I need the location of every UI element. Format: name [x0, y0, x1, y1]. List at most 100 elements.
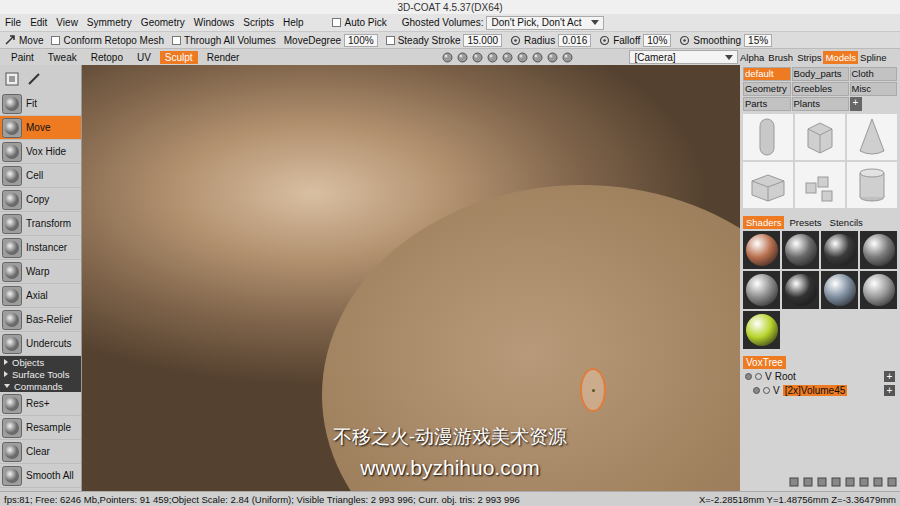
room-tab[interactable]: Paint	[6, 51, 39, 64]
visibility-eye-icon[interactable]	[745, 373, 752, 380]
model-set-tab[interactable]: Parts	[743, 97, 791, 111]
model-set-tab[interactable]: Greebles	[792, 82, 849, 96]
3d-viewport[interactable]	[82, 65, 740, 491]
tool-button[interactable]: Bas-Relief	[0, 308, 81, 332]
shader-thumbnail[interactable]	[821, 271, 858, 309]
add-volume-button[interactable]: +	[884, 371, 895, 382]
room-tab[interactable]: Tweak	[43, 51, 82, 64]
tool-option[interactable]: Radius0.016	[510, 34, 591, 47]
model-set-tab[interactable]: default	[743, 67, 791, 81]
shader-thumbnail[interactable]	[860, 271, 897, 309]
tool-button[interactable]: Undercuts	[0, 332, 81, 356]
voxtree-header[interactable]: VoxTree	[743, 356, 786, 369]
shader-ball-icon	[785, 274, 817, 306]
option-value-field[interactable]: 15%	[744, 34, 772, 47]
shader-tabs: ShadersPresetsStencils	[743, 216, 897, 229]
panel-tab[interactable]: Alpha	[738, 51, 766, 64]
menu-item[interactable]: File	[4, 17, 22, 28]
tool-button[interactable]: Fit	[0, 92, 81, 116]
option-value-field[interactable]: 10%	[643, 34, 671, 47]
shader-thumbnail[interactable]	[782, 231, 819, 269]
option-value-field[interactable]: 15.000	[463, 34, 502, 47]
menu-item[interactable]: Help	[282, 17, 305, 28]
option-checkbox[interactable]	[51, 36, 60, 45]
tool-option[interactable]: Steady Stroke15.000	[386, 34, 502, 47]
tool-section-header[interactable]: Commands	[0, 380, 81, 392]
tool-section-header[interactable]: Objects	[0, 356, 81, 368]
tool-option[interactable]: Conform Retopo Mesh	[51, 35, 164, 46]
tool-button[interactable]: Cell	[0, 164, 81, 188]
tool-option[interactable]: Through All Volumes	[172, 35, 276, 46]
tool-button[interactable]: Transform	[0, 212, 81, 236]
command-button[interactable]: Res+	[0, 392, 81, 416]
shader-thumbnail[interactable]	[821, 231, 858, 269]
ghost-dot-icon[interactable]	[763, 387, 770, 394]
tool-button[interactable]: Vox Hide	[0, 140, 81, 164]
camera-dropdown[interactable]: [Camera]	[629, 50, 738, 64]
shader-thumbnail[interactable]	[743, 231, 780, 269]
model-set-tab[interactable]: Plants	[792, 97, 849, 111]
room-tab[interactable]: UV	[132, 51, 156, 64]
visibility-eye-icon[interactable]	[753, 387, 760, 394]
room-tab[interactable]: Sculpt	[160, 51, 198, 64]
room-tab[interactable]: Retopo	[86, 51, 128, 64]
model-set-tab[interactable]: Body_parts	[792, 67, 849, 81]
panel-tab[interactable]: Spline	[858, 51, 888, 64]
tool-option[interactable]: Smoothing15%	[679, 34, 772, 47]
option-value-field[interactable]: 100%	[344, 34, 378, 47]
menu-item[interactable]: Scripts	[242, 17, 275, 28]
model-set-tab[interactable]: Cloth	[850, 67, 898, 81]
tool-label: Fit	[26, 98, 37, 109]
model-thumbnail[interactable]	[743, 114, 793, 160]
add-set-button[interactable]: +	[850, 97, 862, 111]
tool-section-header[interactable]: Surface Tools	[0, 368, 81, 380]
menu-item[interactable]: Edit	[29, 17, 48, 28]
option-checkbox[interactable]	[172, 36, 181, 45]
model-thumbnail[interactable]	[795, 162, 845, 208]
menu-item[interactable]: Geometry	[140, 17, 186, 28]
shader-tab[interactable]: Stencils	[827, 216, 866, 229]
add-volume-button[interactable]: +	[884, 385, 895, 396]
model-set-tab[interactable]: Geometry	[743, 82, 791, 96]
menu-item[interactable]: Symmetry	[86, 17, 133, 28]
tool-button[interactable]: Warp	[0, 260, 81, 284]
panel-tab[interactable]: Models	[823, 51, 858, 64]
voxtree-row[interactable]: VRoot+	[743, 370, 897, 383]
auto-pick-checkbox[interactable]	[332, 18, 341, 27]
ghost-dot-icon[interactable]	[755, 373, 762, 380]
shader-tab[interactable]: Presets	[786, 216, 824, 229]
option-value-field[interactable]: 0.016	[558, 34, 591, 47]
panel-tab[interactable]: Brush	[766, 51, 795, 64]
option-checkbox[interactable]	[386, 36, 395, 45]
command-button[interactable]: Resample	[0, 416, 81, 440]
model-thumbnail[interactable]	[743, 162, 793, 208]
tool-button[interactable]: Axial	[0, 284, 81, 308]
room-tab[interactable]: Render	[202, 51, 245, 64]
menu-item[interactable]: View	[55, 17, 79, 28]
tool-button[interactable]: Move	[0, 116, 81, 140]
menu-item[interactable]: Windows	[193, 17, 236, 28]
tool-option[interactable]: Falloff10%	[599, 34, 671, 47]
model-thumbnail[interactable]	[795, 114, 845, 160]
shader-thumbnail[interactable]	[782, 271, 819, 309]
shader-thumbnail[interactable]	[743, 271, 780, 309]
shader-thumbnail[interactable]	[860, 231, 897, 269]
auto-pick-option[interactable]: Auto Pick	[332, 17, 386, 28]
command-button[interactable]: Clear	[0, 440, 81, 464]
model-thumbnail[interactable]	[847, 162, 897, 208]
current-tool: Move	[4, 34, 43, 46]
ghosted-dropdown[interactable]: Don't Pick, Don't Act	[486, 16, 604, 30]
option-label: MoveDegree	[284, 35, 341, 46]
shader-tab[interactable]: Shaders	[743, 216, 784, 229]
model-set-tab[interactable]: Misc	[850, 82, 898, 96]
voxtree-row[interactable]: V[2x]Volume45+	[743, 384, 897, 397]
panel-tab[interactable]: Strips	[795, 51, 823, 64]
tool-button[interactable]: Copy	[0, 188, 81, 212]
model-thumbnail[interactable]	[847, 114, 897, 160]
tool-button[interactable]: Instancer	[0, 236, 81, 260]
cube-icon	[798, 115, 842, 159]
shader-thumbnail[interactable]	[743, 311, 780, 349]
command-button[interactable]: Smooth All	[0, 464, 81, 488]
tool-label: Warp	[26, 266, 50, 277]
tool-option[interactable]: MoveDegree100%	[284, 34, 378, 47]
